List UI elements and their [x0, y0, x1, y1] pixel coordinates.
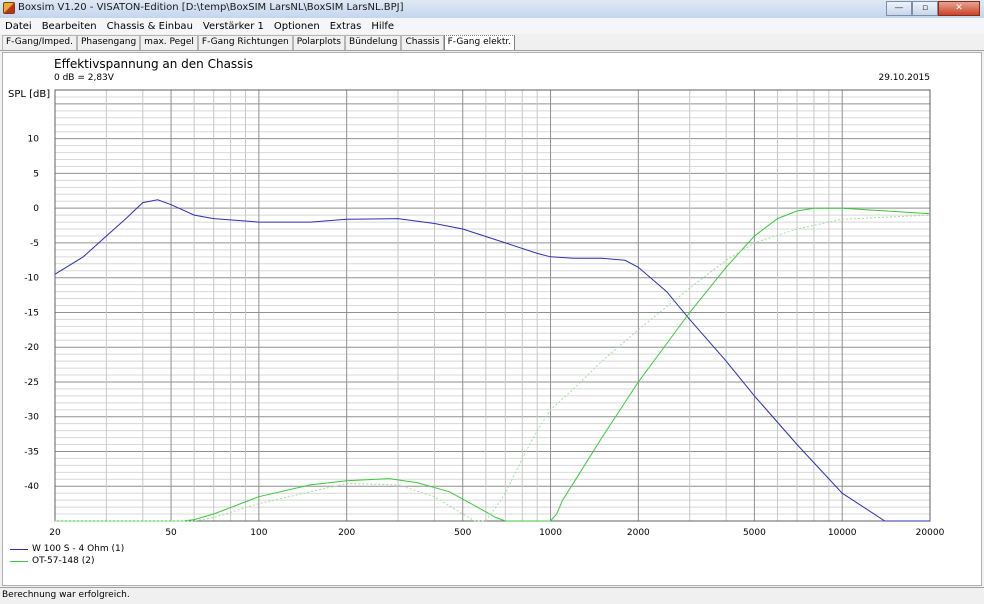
x-tick-label: 2000: [627, 528, 650, 538]
x-tick-label: 5000: [743, 528, 766, 538]
x-tick-label: 100: [250, 528, 267, 538]
x-tick-label: 20000: [916, 528, 945, 538]
chart-date: 29.10.2015: [878, 73, 930, 83]
y-tick-label: 10: [28, 135, 40, 145]
x-tick-label: 200: [338, 528, 355, 538]
status-text: Berechnung war erfolgreich.: [2, 590, 130, 600]
legend-swatch-tweeter: [10, 560, 28, 562]
legend-item-tweeter: OT-57-148 (2): [10, 555, 124, 567]
y-tick-label: -25: [24, 378, 39, 388]
y-tick-label: -5: [30, 239, 39, 249]
frequency-response-chart: 1050-5-10-15-20-25-30-35-4020 50 100 200 500…: [24, 89, 945, 538]
y-tick-label: -15: [24, 308, 39, 318]
x-tick-label: 1000: [539, 528, 562, 538]
y-tick-label: -30: [24, 413, 39, 423]
y-tick-label: 5: [33, 169, 39, 179]
x-tick-label: 50: [165, 528, 177, 538]
x-tick-label: 500: [454, 528, 471, 538]
x-tick-label: 20: [49, 528, 61, 538]
legend-label-tweeter: OT-57-148 (2): [32, 556, 95, 566]
chart-subtitle: 0 dB = 2,83V: [54, 73, 114, 83]
y-tick-label: -10: [24, 274, 39, 284]
y-tick-label: -20: [24, 343, 39, 353]
legend-item-woofer: W 100 S - 4 Ohm (1): [10, 543, 124, 555]
y-tick-label: 0: [33, 204, 39, 214]
series-line-2: [55, 207, 931, 522]
y-tick-label: -40: [24, 482, 39, 492]
x-tick-label: 10000: [828, 528, 857, 538]
chart-title: Effektivspannung an den Chassis: [54, 57, 254, 71]
legend-label-woofer: W 100 S - 4 Ohm (1): [32, 544, 125, 554]
chart-legend: W 100 S - 4 Ohm (1) OT-57-148 (2): [10, 543, 124, 567]
status-bar: Berechnung war erfolgreich.: [0, 587, 984, 604]
y-axis-label: SPL [dB]: [8, 89, 51, 100]
legend-swatch-woofer: [10, 548, 28, 550]
y-tick-label: -35: [24, 447, 39, 457]
